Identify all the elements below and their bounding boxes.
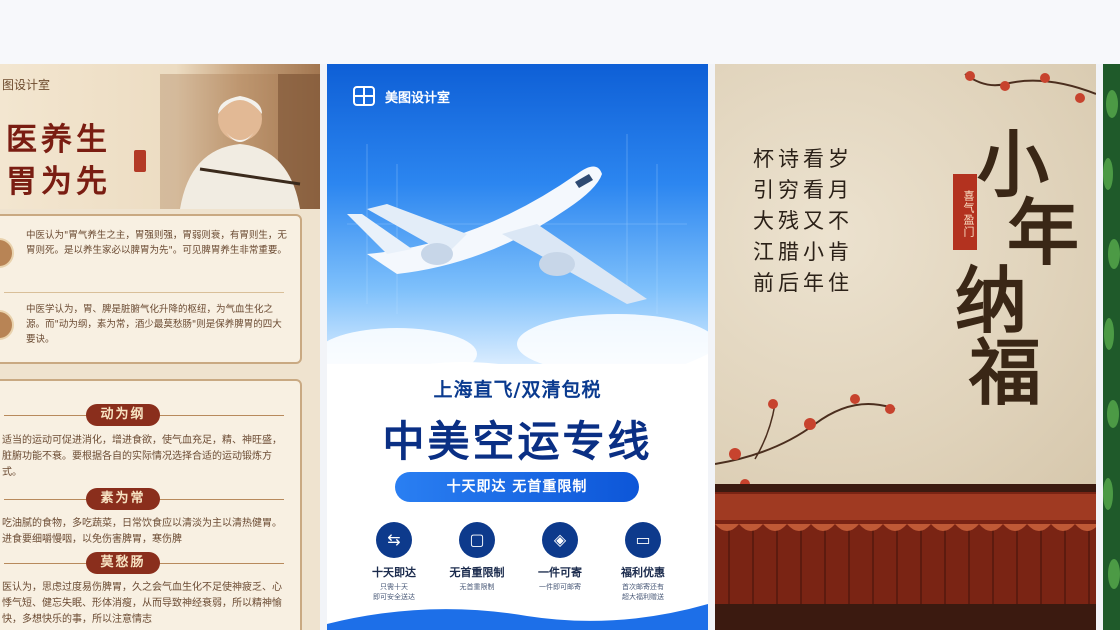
section-text: 适当的运动可促进消化，增进食欲，使气血充足，精、神旺盛，脏腑功能不衰。要根据各自… — [2, 435, 282, 478]
box-icon: ▢ — [459, 522, 495, 558]
poster-title-line2: 胃为先 — [6, 164, 111, 200]
intro-panel: 中医认为"胃气养生之主，胃强则强，胃弱则衰，有胃则生，无胃则死。是以养生家必以脾… — [0, 214, 302, 364]
template-card-fern[interactable] — [1103, 64, 1120, 630]
feature-fast: ⇆ 十天即达 只需十天 即可安全送达 — [349, 522, 439, 602]
feature-label: 福利优惠 — [621, 566, 665, 579]
truck-icon: ⇆ — [376, 522, 412, 558]
decor-circle-icon — [0, 310, 14, 340]
template-card-tcm-stomach[interactable]: 图设计室 医养生 胃为先 中医认为"胃气养生之主，胃强则强，胃弱则衰，有胃则生，… — [0, 64, 320, 630]
template-card-air-freight[interactable]: 美图设计室 上海直飞/双清包税 中美空运专线 十天即达 无首重限制 ⇆ 十天即达… — [327, 64, 708, 630]
page-header-area — [0, 0, 1120, 64]
ticket-icon: ▭ — [625, 522, 661, 558]
red-tile-roof-illustration — [715, 484, 1096, 630]
feature-label: 无首重限制 — [449, 566, 505, 579]
feature-desc: 一件即可邮寄 — [539, 583, 581, 591]
brand-logo-icon — [353, 86, 375, 106]
feature-no-min-weight: ▢ 无首重限制 无首重限制 — [432, 522, 522, 592]
section-tag: 动为纲 — [86, 404, 160, 426]
bottom-wave-decoration — [327, 604, 708, 630]
section-tag: 素为常 — [86, 488, 160, 510]
package-icon: ◈ — [542, 522, 578, 558]
section-text: 吃油腻的食物，多吃蔬菜，日常饮食应以清淡为主以清热健胃。进食要细嚼慢咽，以免伤害… — [2, 518, 282, 545]
feature-desc: 无首重限制 — [459, 583, 495, 591]
poster-title: 中美空运专线 — [382, 417, 653, 466]
tips-panel: 动为纲 适当的运动可促进消化，增进食欲，使气血充足，精、神旺盛，脏腑功能不衰。要… — [0, 379, 302, 630]
red-seal-icon — [134, 150, 146, 172]
fern-leaf-illustration — [1103, 64, 1120, 630]
divider — [4, 292, 284, 293]
intro-paragraph-1: 中医认为"胃气养生之主，胃强则强，胃弱则衰，有胃则生，无胃则死。是以养生家必以脾… — [26, 230, 287, 256]
intro-paragraph-2: 中医学认为，胃、脾是脏腑气化升降的枢纽，为气血生化之源。而"动为纲，素为常，酒少… — [26, 304, 282, 345]
template-card-xiaonian[interactable]: 杯诗看岁 引穷看月 大残又不 江腊小肯 前后年住 小 年 纳 福 喜气盈门 — [715, 64, 1096, 630]
decor-circle-icon — [0, 238, 14, 268]
feature-discount: ▭ 福利优惠 首次邮寄还有 超大福利赠送 — [598, 522, 688, 602]
section-text: 医认为，思虑过度易伤脾胃，久之会气血生化不足使神疲乏、心悸气短、健忘失眠、形体消… — [2, 582, 282, 625]
elderly-doctor-illustration — [160, 74, 320, 209]
poster-title-line1: 医养生 — [6, 122, 111, 158]
brand-label: 图设计室 — [2, 78, 51, 92]
section-tag: 莫愁肠 — [86, 552, 160, 574]
feature-single-item: ◈ 一件可寄 一件即可邮寄 — [515, 522, 605, 592]
highlight-pill: 十天即达 无首重限制 — [395, 472, 639, 502]
poster-subtitle: 上海直飞/双清包税 — [433, 379, 602, 401]
feature-label: 一件可寄 — [538, 566, 582, 579]
feature-label: 十天即达 — [372, 566, 416, 579]
